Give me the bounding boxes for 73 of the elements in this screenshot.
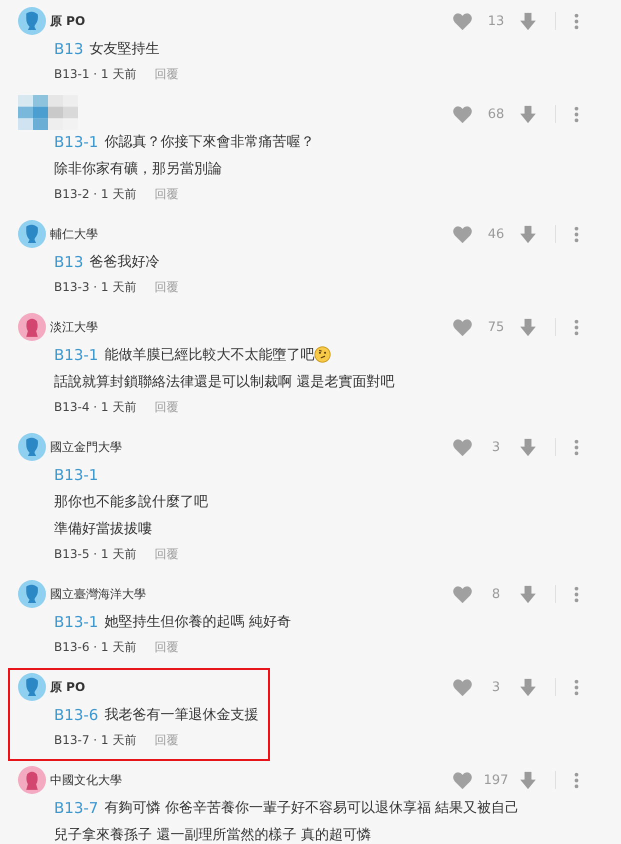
floor-link[interactable]: B13: [54, 252, 84, 270]
down-arrow-icon[interactable]: [519, 224, 537, 244]
reply-link[interactable]: 回覆: [154, 732, 178, 748]
down-arrow-icon[interactable]: [519, 104, 537, 124]
like-count: 46: [486, 226, 506, 242]
like-count: 3: [490, 680, 502, 694]
comment-text: 你認真？你接下來會非常痛苦喔？: [104, 132, 314, 150]
reply-link[interactable]: 回覆: [154, 66, 178, 82]
reply-link[interactable]: 回覆: [154, 278, 178, 296]
down-arrow-icon[interactable]: [519, 12, 537, 30]
heart-icon[interactable]: [452, 104, 473, 124]
floor-link[interactable]: B13-1: [54, 466, 98, 484]
comment-text: 有夠可憐 你爸辛苦養你一輩子好不容易可以退休享福 結果又被自己: [104, 798, 520, 816]
comment-text: 女友堅持生: [89, 40, 160, 58]
comment-text: 她堅持生但你養的起嗎 純好奇: [104, 612, 291, 630]
like-count: 3: [490, 440, 502, 454]
floor-link[interactable]: B13-1: [54, 612, 98, 630]
author-name: 國立臺灣海洋大學: [50, 586, 146, 602]
reply-link[interactable]: 回覆: [154, 398, 178, 416]
author-name: 輔仁大學: [50, 226, 98, 242]
more-icon[interactable]: [574, 772, 579, 788]
comment-text: 話說就算封鎖聯絡法律還是可以制裁啊 還是老實面對吧: [54, 372, 394, 390]
like-count: 68: [486, 106, 506, 122]
comment-text: 那你也不能多說什麼了吧: [54, 492, 208, 510]
like-count: 197: [482, 772, 510, 788]
heart-icon[interactable]: [452, 318, 473, 336]
comment-text: 我老爸有一筆退休金支援: [104, 706, 258, 724]
floor-time: B13-4 · 1 天前: [54, 398, 136, 416]
heart-icon[interactable]: [452, 224, 473, 244]
like-count: 75: [486, 320, 506, 334]
author-name: 原 PO: [50, 12, 86, 30]
comment-text: 準備好當拔拔嘍: [54, 520, 152, 538]
floor-time: B13-5 · 1 天前: [54, 546, 136, 562]
comment-text: 兒子拿來養孫子 還一副理所當然的樣子 真的超可憐: [54, 826, 371, 844]
heart-icon[interactable]: [452, 584, 473, 604]
reply-link[interactable]: 回覆: [154, 638, 178, 656]
like-count: 8: [490, 586, 502, 602]
comment-text: 爸爸我好冷: [89, 252, 160, 270]
heart-icon[interactable]: [452, 678, 473, 696]
down-arrow-icon[interactable]: [519, 318, 537, 336]
more-icon[interactable]: [574, 226, 579, 242]
author-name: 原 PO: [50, 678, 86, 696]
down-arrow-icon[interactable]: [519, 770, 537, 790]
floor-time: B13-2 · 1 天前: [54, 186, 136, 202]
author-name: 中國文化大學: [50, 772, 122, 788]
down-arrow-icon[interactable]: [519, 584, 537, 604]
floor-time: B13-6 · 1 天前: [54, 638, 136, 656]
author-name: 國立金門大學: [50, 438, 122, 456]
comment-text: 除非你家有礦，那另當別論: [54, 160, 222, 178]
more-icon[interactable]: [574, 12, 579, 30]
reply-link[interactable]: 回覆: [154, 546, 178, 562]
floor-link[interactable]: B13-7: [54, 798, 98, 816]
more-icon[interactable]: [574, 318, 579, 336]
more-icon[interactable]: [574, 586, 579, 602]
floor-link[interactable]: B13-1: [54, 346, 98, 364]
floor-time: B13-1 · 1 天前: [54, 66, 136, 82]
author-name: 淡江大學: [50, 318, 98, 336]
reply-link[interactable]: 回覆: [154, 186, 178, 202]
heart-icon[interactable]: [452, 770, 473, 790]
down-arrow-icon[interactable]: [519, 678, 537, 696]
floor-link[interactable]: B13: [54, 40, 84, 58]
floor-time: B13-7 · 1 天前: [54, 732, 136, 748]
down-arrow-icon[interactable]: [519, 438, 537, 456]
more-icon[interactable]: [574, 438, 579, 456]
comment-text: 能做羊膜已經比較大不太能墮了吧: [104, 346, 314, 364]
floor-time: B13-3 · 1 天前: [54, 278, 136, 296]
heart-icon[interactable]: [452, 438, 473, 456]
floor-link[interactable]: B13-1: [54, 132, 98, 150]
heart-icon[interactable]: [452, 12, 473, 30]
more-icon[interactable]: [574, 106, 579, 122]
floor-link[interactable]: B13-6: [54, 706, 98, 724]
more-icon[interactable]: [574, 678, 579, 696]
like-count: 13: [486, 14, 506, 28]
